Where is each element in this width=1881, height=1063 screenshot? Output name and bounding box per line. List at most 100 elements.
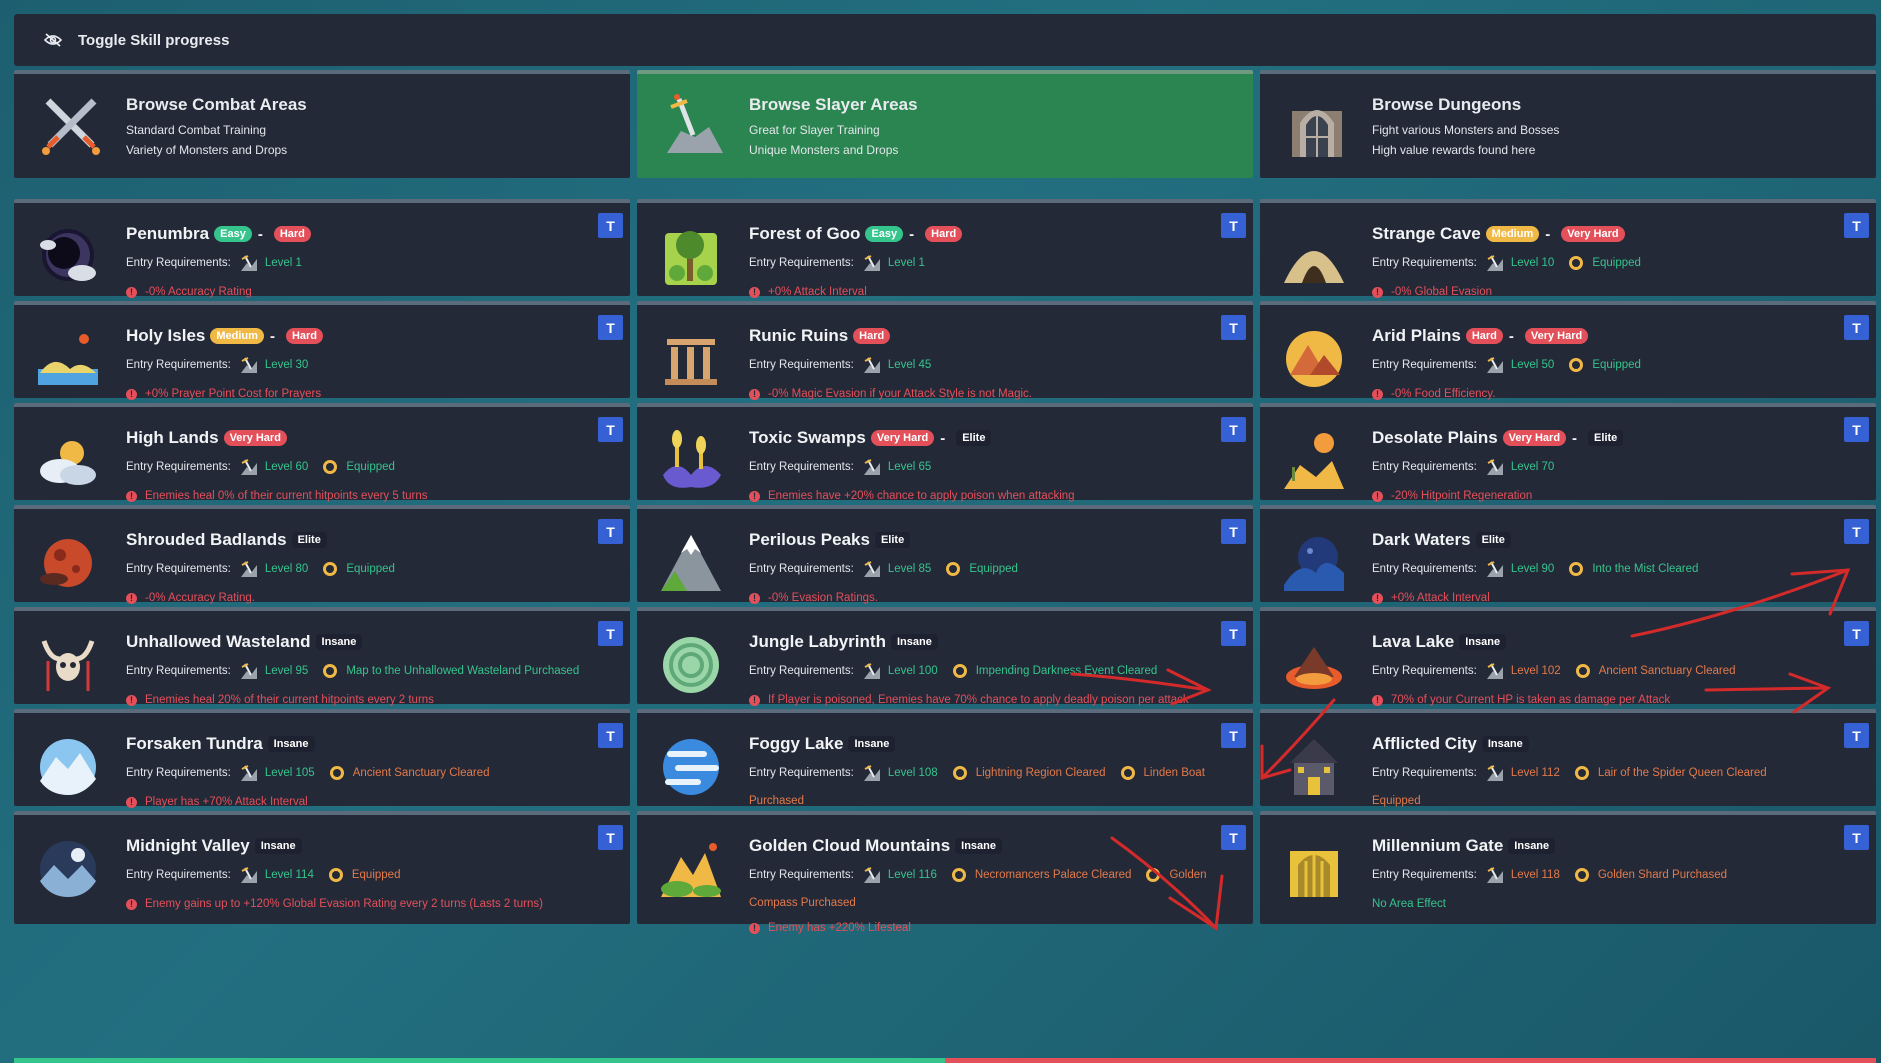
teleport-button[interactable]: T xyxy=(598,213,623,238)
area-effect: ! -0% Accuracy Rating. xyxy=(126,592,614,604)
area-effect-text: +0% Attack Interval xyxy=(768,286,867,298)
desolate-plains-icon xyxy=(1284,433,1344,489)
area-effect: No Area Effect xyxy=(1372,898,1860,910)
entry-requirements-label: Entry Requirements: xyxy=(749,257,854,269)
teleport-button[interactable]: T xyxy=(1844,213,1869,238)
area-card-golden-cloud-mountains[interactable]: T Golden Cloud Mountains Insane Entry Requi… xyxy=(637,811,1253,934)
requirement-text: Level 60 xyxy=(264,461,309,473)
sword-in-stone-icon xyxy=(667,94,723,153)
requirement-text: Level 70 xyxy=(1510,461,1555,473)
area-effect: ! -0% Magic Evasion if your Attack Style … xyxy=(749,388,1237,400)
teleport-button[interactable]: T xyxy=(598,519,623,544)
area-card-perilous-peaks[interactable]: T Perilous Peaks Elite Entry Requirements: L… xyxy=(637,505,1253,604)
area-card-desolate-plains[interactable]: T Desolate Plains Very Hard - Elite Entry Req… xyxy=(1260,403,1876,502)
area-effect-text: -0% Magic Evasion if your Attack Style i… xyxy=(768,388,1032,400)
teleport-button[interactable]: T xyxy=(1221,417,1246,442)
requirement-text: Equipped xyxy=(346,461,395,473)
browse-combat-areas-button[interactable]: Browse Combat Areas Standard Combat Trai… xyxy=(14,70,630,178)
area-card-millennium-gate[interactable]: T Millennium Gate Insane Entry Requirements… xyxy=(1260,811,1876,924)
difficulty-badge: Medium xyxy=(210,328,264,344)
teleport-button[interactable]: T xyxy=(598,315,623,340)
browse-dungeons-line2: High value rewards found here xyxy=(1372,143,1536,157)
area-effect: ! Player has +70% Attack Interval xyxy=(126,796,614,808)
area-effect-text: +0% Prayer Point Cost for Prayers xyxy=(145,388,322,400)
area-effect: ! +0% Attack Interval xyxy=(1372,592,1860,604)
dungeon-door-icon xyxy=(1292,110,1342,157)
teleport-button[interactable]: T xyxy=(1221,723,1246,748)
browse-slayer-areas-button[interactable]: Browse Slayer Areas Great for Slayer Tra… xyxy=(637,70,1253,178)
requirement-item-icon xyxy=(323,664,338,678)
entry-requirements: Entry Requirements: Level 105 Ancient Sanc… xyxy=(126,763,614,783)
afflicted-city-icon xyxy=(1290,739,1338,795)
area-card-forsaken-tundra[interactable]: T Forsaken Tundra Insane Entry Requirements… xyxy=(14,709,630,808)
unhallowed-wasteland-icon xyxy=(41,640,95,691)
area-name: Golden Cloud Mountains xyxy=(749,836,951,855)
entry-requirements: Entry Requirements: Level 50 Equipped xyxy=(1372,355,1860,375)
area-card-arid-plains[interactable]: T Arid Plains Hard - Very Hard Entry Requirem… xyxy=(1260,301,1876,400)
teleport-button[interactable]: T xyxy=(1844,417,1869,442)
area-effect-text: Enemies have +20% chance to apply poison… xyxy=(768,490,1075,502)
area-card-foggy-lake[interactable]: T Foggy Lake Insane Entry Requirements: Leve… xyxy=(637,709,1253,832)
requirement-text: Equipped xyxy=(969,563,1018,575)
teleport-button[interactable]: T xyxy=(1844,621,1869,646)
area-card-toxic-swamps[interactable]: T Toxic Swamps Very Hard - Elite Entry Requir… xyxy=(637,403,1253,502)
entry-requirements-label: Entry Requirements: xyxy=(126,665,231,677)
teleport-button[interactable]: T xyxy=(1221,315,1246,340)
teleport-button[interactable]: T xyxy=(598,417,623,442)
teleport-button[interactable]: T xyxy=(598,825,623,850)
teleport-button[interactable]: T xyxy=(1221,519,1246,544)
entry-requirements-label: Entry Requirements: xyxy=(126,767,231,779)
entry-requirements-label: Entry Requirements: xyxy=(1372,563,1477,575)
requirement-item-icon xyxy=(946,562,961,576)
area-card-penumbra[interactable]: T Penumbra Easy - Hard Entry Requirements: Lev… xyxy=(14,199,630,298)
area-card-strange-cave[interactable]: T Strange Cave Medium - Very Hard Entry Requi… xyxy=(1260,199,1876,298)
area-effect: ! -0% Accuracy Rating xyxy=(126,286,614,298)
teleport-button[interactable]: T xyxy=(1844,723,1869,748)
requirement-wrap-text: Purchased xyxy=(749,795,804,807)
browse-dungeons-button[interactable]: Browse Dungeons Fight various Monsters a… xyxy=(1260,70,1876,178)
area-card-unhallowed-wasteland[interactable]: T Unhallowed Wasteland Insane Entry Require… xyxy=(14,607,630,706)
teleport-button[interactable]: T xyxy=(1221,621,1246,646)
area-card-forest-of-goo[interactable]: T Forest of Goo Easy - Hard Entry Requirement… xyxy=(637,199,1253,298)
teleport-button[interactable]: T xyxy=(1844,519,1869,544)
teleport-button[interactable]: T xyxy=(1221,825,1246,850)
requirement-text: Equipped xyxy=(1592,359,1641,371)
requirement-item-icon xyxy=(1569,358,1584,372)
area-effect-text: 70% of your Current HP is taken as damag… xyxy=(1391,694,1671,706)
entry-requirements-label: Entry Requirements: xyxy=(126,359,231,371)
area-effect-text: -0% Food Efficiency. xyxy=(1391,388,1496,400)
requirement-text: Into the Mist Cleared xyxy=(1592,563,1699,575)
area-card-midnight-valley[interactable]: T Midnight Valley Insane Entry Requirements… xyxy=(14,811,630,924)
teleport-button[interactable]: T xyxy=(1844,825,1869,850)
area-effect: ! Enemies have +20% chance to apply poiso… xyxy=(749,490,1237,502)
area-card-holy-isles[interactable]: T Holy Isles Medium - Hard Entry Requirements… xyxy=(14,301,630,400)
dark-waters-icon xyxy=(1284,537,1344,591)
area-effect-text: Enemy has +220% Lifesteal xyxy=(768,922,911,934)
requirement-text: Lightning Region Cleared xyxy=(975,767,1106,779)
area-card-lava-lake[interactable]: T Lava Lake Insane Entry Requirements: Level… xyxy=(1260,607,1876,706)
toggle-skill-progress-button[interactable]: Toggle Skill progress xyxy=(14,14,1876,66)
teleport-button[interactable]: T xyxy=(1221,213,1246,238)
teleport-button[interactable]: T xyxy=(598,621,623,646)
difficulty-badge: Insane xyxy=(267,736,315,752)
area-card-dark-waters[interactable]: T Dark Waters Elite Entry Requirements: Leve… xyxy=(1260,505,1876,604)
teleport-button[interactable]: T xyxy=(1844,315,1869,340)
warning-icon: ! xyxy=(1372,286,1383,298)
area-card-runic-ruins[interactable]: T Runic Ruins Hard Entry Requirements: Level… xyxy=(637,301,1253,400)
area-effect-text: No Area Effect xyxy=(1372,898,1446,910)
combat-level-icon xyxy=(1486,663,1503,679)
difficulty-badge: Insane xyxy=(848,736,896,752)
combat-level-icon xyxy=(863,357,880,373)
area-card-jungle-labyrinth[interactable]: T Jungle Labyrinth Insane Entry Requirement… xyxy=(637,607,1253,706)
teleport-button[interactable]: T xyxy=(598,723,623,748)
area-card-shrouded-badlands[interactable]: T Shrouded Badlands Elite Entry Requirement… xyxy=(14,505,630,604)
area-card-high-lands[interactable]: T High Lands Very Hard Entry Requirements: L… xyxy=(14,403,630,502)
area-card-afflicted-city[interactable]: T Afflicted City Insane Entry Requirements:… xyxy=(1260,709,1876,832)
combat-level-icon xyxy=(240,357,257,373)
forsaken-tundra-icon xyxy=(40,739,96,795)
difficulty-badge: Easy xyxy=(214,226,252,242)
browse-slayer-title: Browse Slayer Areas xyxy=(749,95,918,114)
entry-requirements-label: Entry Requirements: xyxy=(749,767,854,779)
area-name: Jungle Labyrinth xyxy=(749,632,886,651)
area-name: Forsaken Tundra xyxy=(126,734,263,753)
